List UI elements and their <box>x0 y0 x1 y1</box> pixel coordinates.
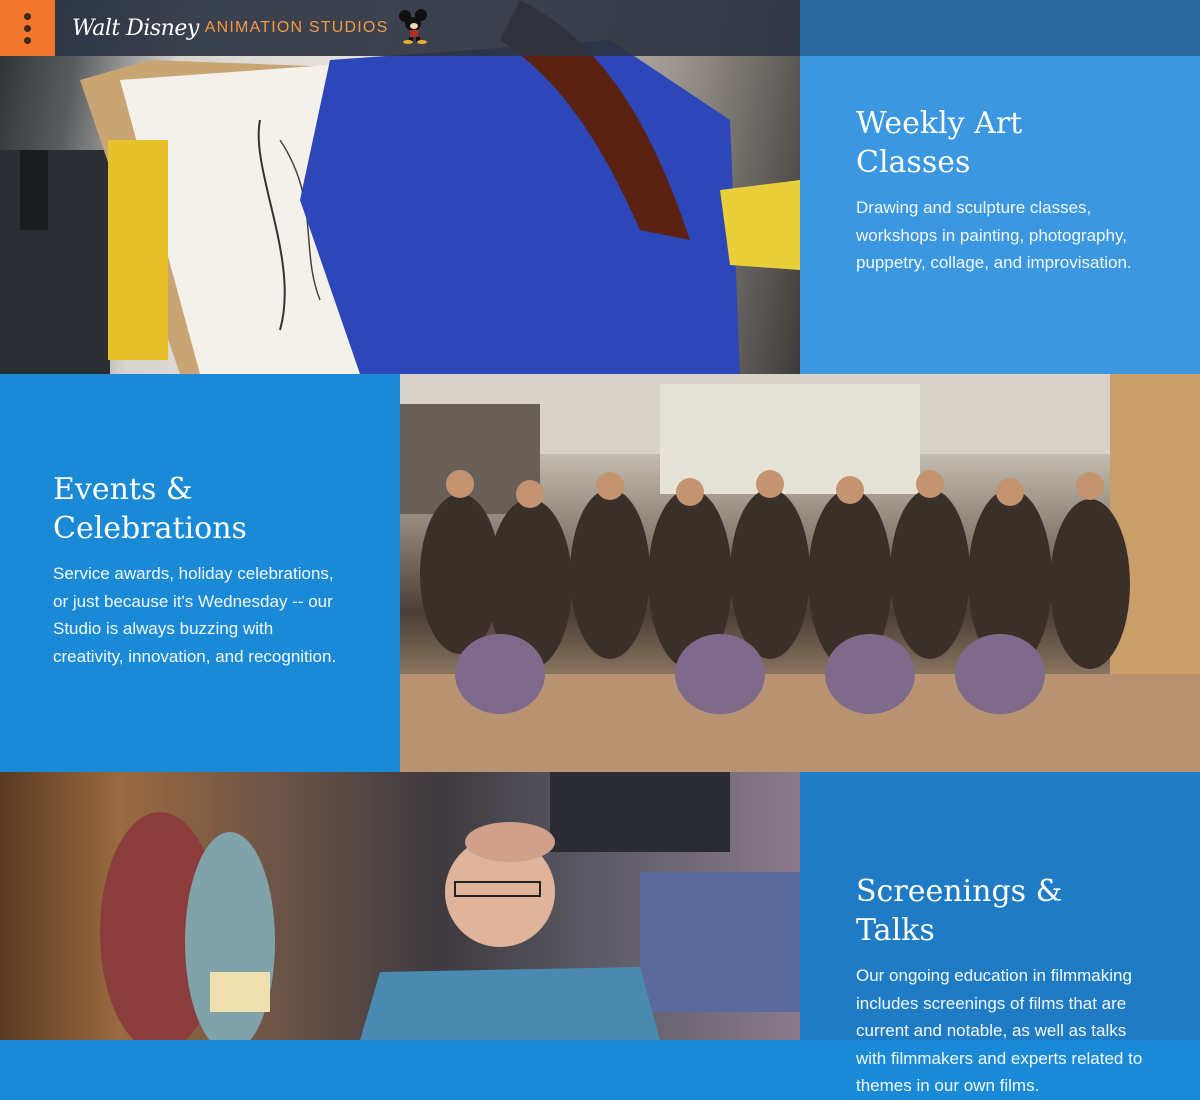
section-body: Drawing and sculpture classes, workshops… <box>856 198 1132 272</box>
section-title: Weekly Art Classes <box>856 106 1023 180</box>
logo-text: ANIMATION STUDIOS <box>204 19 389 36</box>
section-screenings: Screenings & Talks Our ongoing education… <box>0 772 1200 1095</box>
group-photo <box>400 374 1200 772</box>
mickey-icon <box>396 8 436 49</box>
section-events: Events & Celebrations Service awards, ho… <box>0 374 1200 772</box>
site-header: Walt Disney ANIMATION STUDIOS <box>0 0 800 56</box>
artist-drawing-photo <box>0 0 800 374</box>
speaker-talk-photo <box>0 772 800 1040</box>
art-classes-panel: Weekly Art Classes Drawing and sculpture… <box>800 56 1200 374</box>
menu-dot-icon <box>24 24 31 32</box>
menu-dot-icon <box>24 36 31 44</box>
screenings-panel: Screenings & Talks Our ongoing education… <box>800 772 1200 1095</box>
menu-dot-icon <box>24 12 31 20</box>
events-panel: Events & Celebrations Service awards, ho… <box>0 374 400 772</box>
section-title: Screenings & Talks <box>856 874 1063 948</box>
section-title: Events & Celebrations <box>53 472 247 546</box>
menu-button[interactable] <box>0 0 55 56</box>
section-body: Our ongoing education in filmmaking incl… <box>856 966 1143 1095</box>
section-art-classes: Weekly Art Classes Drawing and sculpture… <box>0 0 1200 374</box>
studio-logo[interactable]: Walt Disney ANIMATION STUDIOS <box>72 8 436 48</box>
section-body: Service awards, holiday celebrations, or… <box>53 564 337 666</box>
header-right-strip <box>800 0 1200 56</box>
logo-script: Walt Disney <box>72 15 199 41</box>
